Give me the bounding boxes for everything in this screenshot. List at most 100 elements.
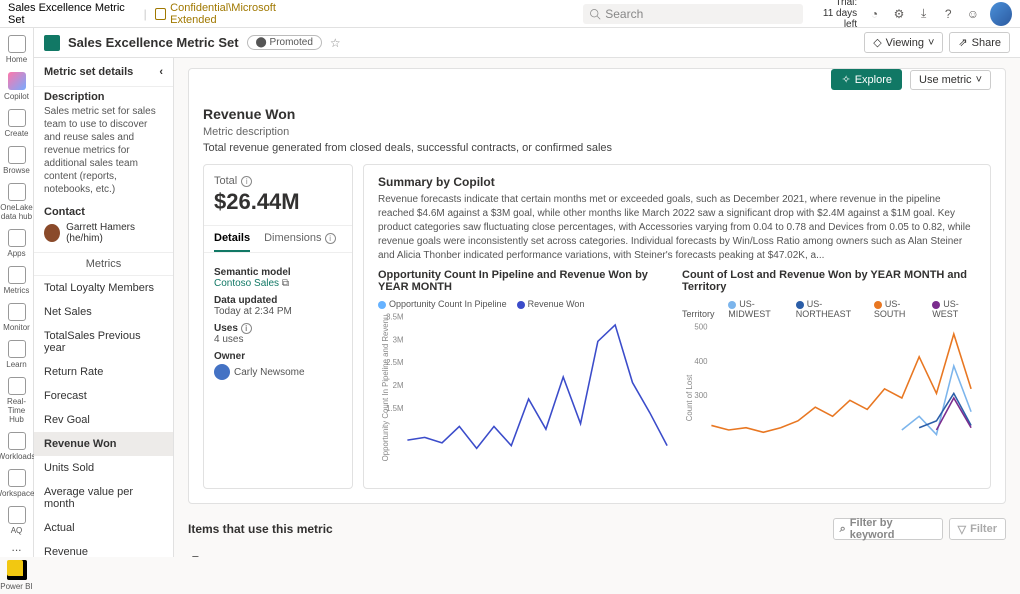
- apps-icon: [8, 229, 26, 247]
- metric-item[interactable]: Net Sales: [34, 300, 173, 324]
- rail-metrics[interactable]: Metrics: [0, 263, 34, 298]
- items-table: 🗎 Name Type Location ▥contoso sales☆⋯Rep…: [188, 548, 1006, 557]
- contact-person[interactable]: Garrett Hamers (he/him): [34, 220, 173, 252]
- metric-item[interactable]: Total Loyalty Members: [34, 276, 173, 300]
- explore-button[interactable]: ✧ Explore: [831, 69, 902, 90]
- main-area: Metric set details ‹ Description Sales m…: [34, 58, 1020, 557]
- metric-item[interactable]: Units Sold: [34, 456, 173, 480]
- details-section: Semantic model Contoso Sales ⧉ Data upda…: [204, 253, 352, 388]
- description-heading: Description: [34, 87, 173, 105]
- summary-card: Summary by Copilot Revenue forecasts ind…: [363, 164, 991, 489]
- items-heading: Items that use this metric ⌕ Filter by k…: [188, 518, 1006, 540]
- owner[interactable]: Carly Newsome: [214, 364, 342, 380]
- powerbi-icon: [7, 560, 27, 580]
- rail-workspaces[interactable]: Workspaces: [0, 466, 34, 501]
- rail-onelake[interactable]: OneLake data hub: [0, 180, 34, 224]
- search-input[interactable]: Search: [583, 4, 803, 24]
- col-icon[interactable]: 🗎: [188, 548, 216, 557]
- rail-browse[interactable]: Browse: [0, 143, 34, 178]
- learn-icon: [8, 340, 26, 358]
- rail-powerbi[interactable]: Power BI: [0, 557, 34, 594]
- tab-dimensions[interactable]: Dimensions i: [264, 232, 336, 252]
- sensitivity-icon: [155, 8, 166, 20]
- rail-realtime[interactable]: Real-Time Hub: [0, 374, 34, 427]
- metric-item[interactable]: Revenue Won: [34, 432, 173, 456]
- rail-more[interactable]: ...: [0, 540, 34, 555]
- chart2-legend: Territory US-MIDWEST US-NORTHEAST US-SOU…: [682, 299, 976, 319]
- breadcrumb[interactable]: Sales Excellence Metric Set: [8, 2, 136, 26]
- settings-icon[interactable]: ⚙: [892, 6, 907, 22]
- promoted-badge[interactable]: ⬤ Promoted: [247, 35, 322, 50]
- collapse-icon[interactable]: ‹: [159, 66, 163, 78]
- contact-heading: Contact: [34, 202, 173, 220]
- rail-copilot[interactable]: Copilot: [0, 69, 34, 104]
- monitor-icon: [8, 303, 26, 321]
- summary-text: Revenue forecasts indicate that certain …: [364, 193, 990, 269]
- metric-item[interactable]: Forecast: [34, 384, 173, 408]
- info-icon[interactable]: i: [241, 323, 252, 334]
- sensitivity-label[interactable]: Confidential\Microsoft Extended: [155, 2, 315, 26]
- metric-title: Revenue Won: [189, 96, 1005, 126]
- download-icon[interactable]: ⤓: [916, 6, 931, 22]
- workspaces-icon: [8, 469, 26, 487]
- chart-opportunity-revenue: Opportunity Count In Pipeline and Revenu…: [378, 269, 672, 476]
- content-scroll[interactable]: ✧ Explore Use metric ˅ Revenue Won Metri…: [174, 58, 1020, 557]
- info-icon[interactable]: i: [325, 233, 336, 244]
- col-type[interactable]: Type: [623, 548, 713, 557]
- metrics-heading: Metrics: [34, 252, 173, 276]
- create-icon: [8, 109, 26, 127]
- svg-text:2M: 2M: [393, 381, 404, 390]
- rail-apps[interactable]: Apps: [0, 226, 34, 261]
- aq-icon: [8, 506, 26, 524]
- favorite-star-icon[interactable]: ☆: [330, 36, 341, 50]
- rail-create[interactable]: Create: [0, 106, 34, 141]
- metric-list: Total Loyalty MembersNet SalesTotalSales…: [34, 276, 173, 557]
- metric-item[interactable]: Rev Goal: [34, 408, 173, 432]
- metrics-icon: [8, 266, 26, 284]
- left-rail: Home Copilot Create Browse OneLake data …: [0, 28, 34, 557]
- details-panel-header: Metric set details ‹: [34, 58, 173, 87]
- info-icon[interactable]: i: [241, 176, 252, 187]
- chart2-svg[interactable]: 500400300Count of Lost: [682, 323, 976, 473]
- rail-home[interactable]: Home: [0, 32, 34, 67]
- notifications-icon[interactable]: ◔: [867, 6, 882, 22]
- trial-status[interactable]: Trial:11 days left: [811, 0, 857, 30]
- chart1-svg[interactable]: 3.5M3M2.5M2M1.5MOpportunity Count In Pip…: [378, 313, 672, 463]
- col-name[interactable]: Name: [216, 548, 575, 557]
- rail-aq[interactable]: AQ: [0, 503, 34, 538]
- semantic-model-link[interactable]: Contoso Sales: [214, 278, 279, 289]
- contact-avatar: [44, 224, 60, 242]
- page-header: Sales Excellence Metric Set ⬤ Promoted ☆…: [34, 28, 1020, 58]
- col-location[interactable]: Location: [713, 548, 1006, 557]
- rail-learn[interactable]: Learn: [0, 337, 34, 372]
- rail-monitor[interactable]: Monitor: [0, 300, 34, 335]
- viewing-button[interactable]: ◇ Viewing ˅: [864, 32, 943, 53]
- rail-workloads[interactable]: Workloads: [0, 429, 34, 464]
- details-panel: Metric set details ‹ Description Sales m…: [34, 58, 174, 557]
- metric-overview-card: ✧ Explore Use metric ˅ Revenue Won Metri…: [188, 68, 1006, 504]
- kpi-label: Total i: [214, 175, 342, 187]
- metric-item[interactable]: TotalSales Previous year: [34, 324, 173, 360]
- svg-text:3M: 3M: [393, 335, 404, 344]
- metric-item[interactable]: Average value per month: [34, 480, 173, 516]
- metric-item[interactable]: Revenue: [34, 540, 173, 557]
- filter-button[interactable]: ▽ Filter: [949, 518, 1006, 540]
- metric-description: Total revenue generated from closed deal…: [189, 142, 1005, 164]
- metricset-icon: [44, 35, 60, 51]
- share-button[interactable]: ⇗ Share: [949, 32, 1010, 53]
- filter-keyword-input[interactable]: ⌕ Filter by keyword: [833, 518, 943, 540]
- svg-text:Opportunity Count In Pipeline: Opportunity Count In Pipeline and Revenu: [381, 315, 390, 462]
- uses-count: 4 uses: [214, 334, 243, 345]
- data-updated: Today at 2:34 PM: [214, 306, 292, 317]
- chart1-legend: Opportunity Count In Pipeline Revenue Wo…: [378, 299, 672, 309]
- avatar[interactable]: [990, 2, 1012, 26]
- kpi-card: Total i $26.44M Details Dimensions i Se: [203, 164, 353, 489]
- help-icon[interactable]: ?: [941, 6, 956, 22]
- metric-item[interactable]: Return Rate: [34, 360, 173, 384]
- metric-item[interactable]: Actual: [34, 516, 173, 540]
- realtime-icon: [8, 377, 26, 395]
- feedback-icon[interactable]: ☺: [966, 6, 981, 22]
- chart-lost-territory: Count of Lost and Revenue Won by YEAR MO…: [682, 269, 976, 476]
- use-metric-button[interactable]: Use metric ˅: [910, 70, 991, 90]
- tab-details[interactable]: Details: [214, 232, 250, 252]
